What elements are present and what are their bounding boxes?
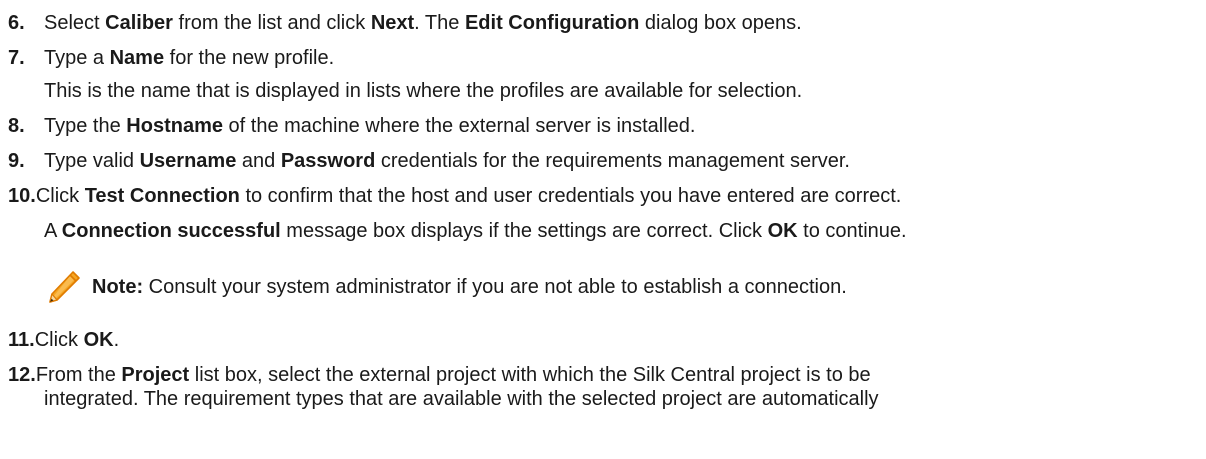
step-12-text-1: From the [35,364,122,386]
step-9-text-3: credentials for the requirements managem… [375,150,850,172]
step-11-bold-ok: OK [83,329,114,351]
step-6-text-2: from the list and click [172,12,371,34]
step-number: 9. [8,150,25,172]
step-10-sub-text-2: message box displays if the settings are… [280,220,768,242]
step-10-sub-text-1: A [44,220,62,242]
step-11: 11.Click OK. [8,328,119,352]
step-6-bold-caliber: Caliber [105,12,173,34]
step-number: 8. [8,115,25,137]
step-6: 6. Select Caliber from the list and click… [8,11,802,35]
step-6-bold-edit-configuration: Edit Configuration [464,12,640,34]
step-8-text-1: Type the [44,115,127,137]
step-10: 10.Click Test Connection to confirm that… [8,184,901,208]
step-7-subtext: This is the name that is displayed in li… [44,80,803,102]
step-6-text-3: . The [414,12,465,34]
step-10-subtext: A Connection successful message box disp… [44,219,907,243]
step-10-text-1: Click [35,185,85,207]
step-number: 10. [8,185,36,207]
step-6-bold-next: Next [370,12,415,34]
step-7: 7. Type a Name for the new profile. [8,46,334,70]
step-number: 7. [8,47,25,69]
step-12-bold-project: Project [121,364,190,386]
step-7-text-1: Type a [44,47,110,69]
note-label: Note: [92,276,144,298]
step-6-text-4: dialog box opens. [639,12,802,34]
note-body: Consult your system administrator if you… [143,276,847,298]
step-12-text-2: list box, select the external project wi… [189,364,871,386]
step-12: 12.From the Project list box, select the… [8,363,871,387]
step-8: 8. Type the Hostname of the machine where… [8,114,695,138]
step-9: 9. Type valid Username and Password crede… [8,149,850,173]
step-8-text-2: of the machine where the external server… [222,115,696,137]
step-9-text-2: and [236,150,281,172]
step-9-bold-username: Username [139,150,237,172]
step-6-text-1: Select [44,12,106,34]
step-11-text-2: . [113,329,120,351]
step-number: 6. [8,12,25,34]
step-7-bold-name: Name [109,47,165,69]
step-7-text-2: for the new profile. [164,47,335,69]
step-9-bold-password: Password [280,150,376,172]
step-10-sub-bold-connection-successful: Connection successful [61,220,281,242]
step-11-text-1: Click [34,329,84,351]
step-12-continuation: integrated. The requirement types that a… [44,388,879,410]
step-number: 12. [8,364,36,386]
step-number: 11. [8,329,35,351]
note-text: Note: Consult your system administrator … [92,275,847,299]
step-8-bold-hostname: Hostname [126,115,223,137]
step-10-bold-test-connection: Test Connection [84,185,240,207]
step-9-text-1: Type valid [44,150,140,172]
pencil-icon [44,267,84,307]
note-callout: Note: Consult your system administrator … [44,265,847,309]
step-10-text-2: to confirm that the host and user creden… [239,185,902,207]
step-10-sub-bold-ok: OK [767,220,798,242]
step-10-sub-text-3: to continue. [797,220,907,242]
